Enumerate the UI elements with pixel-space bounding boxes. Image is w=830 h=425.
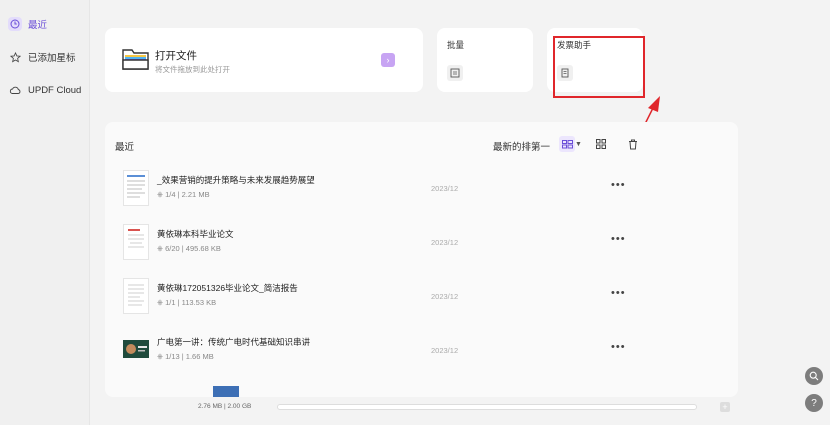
trash-icon[interactable]	[625, 136, 641, 152]
list-item[interactable]: 黄依琳172051326毕业论文_简洁报告 ⎈ 1/1 | 113.53 KB …	[121, 278, 711, 324]
sort-dropdown[interactable]: 最新的排第一	[493, 139, 550, 153]
sidebar-item-label: 最近	[28, 20, 48, 31]
more-options-icon[interactable]: •••	[611, 287, 626, 299]
file-name: 黄依琳172051326毕业论文_简洁报告	[157, 283, 298, 293]
file-name: 黄依琳本科毕业论文	[157, 229, 234, 239]
file-date: 2023/12	[431, 346, 459, 355]
list-item[interactable]: 广电第一讲：传统广电时代基础知识串讲 ⎈ 1/13 | 1.66 MB 2023…	[121, 332, 711, 378]
document-thumbnail	[123, 170, 149, 206]
batch-title: 批量	[447, 40, 465, 50]
clock-icon	[8, 17, 22, 31]
file-meta-text: 1/13 | 1.66 MB	[165, 352, 214, 361]
file-name: _效果营销的提升策略与未来发展趋势展望	[157, 175, 315, 185]
sidebar-item-starred[interactable]: 已添加星标	[4, 45, 88, 69]
document-thumbnail	[123, 340, 149, 358]
file-meta: ⎈ 1/4 | 2.21 MB	[157, 190, 210, 199]
storage-usage: 2.76 MB | 2.00 GB	[198, 403, 252, 410]
caret-down-icon[interactable]: ▼	[575, 141, 582, 148]
search-icon[interactable]	[805, 367, 823, 385]
document-thumbnail	[123, 278, 149, 314]
batch-tile[interactable]: 批量	[437, 28, 533, 92]
file-date: 2023/12	[431, 292, 459, 301]
star-icon	[8, 50, 22, 64]
recent-panel: 最近 最新的排第一 ▼ _效果营销的提升策略与未来发展趋势展望 ⎈ 1/4 | …	[105, 122, 738, 397]
highlight-box	[553, 36, 645, 98]
add-icon[interactable]: +	[720, 402, 730, 412]
sidebar-item-cloud[interactable]: UPDF Cloud	[4, 78, 88, 102]
sidebar: 最近 已添加星标 UPDF Cloud	[0, 0, 90, 425]
file-name: 广电第一讲：传统广电时代基础知识串讲	[157, 337, 311, 347]
storage-progress-bar	[277, 404, 697, 410]
folder-icon	[121, 46, 151, 72]
list-item[interactable]: _效果营销的提升策略与未来发展趋势展望 ⎈ 1/4 | 2.21 MB 2023…	[121, 170, 711, 216]
open-file-subtitle: 将文件拖放到此处打开	[155, 65, 230, 74]
open-file-title: 打开文件	[155, 50, 197, 62]
sidebar-item-label: 已添加星标	[28, 53, 76, 64]
open-file-card[interactable]: 打开文件 将文件拖放到此处打开 ›	[105, 28, 423, 92]
list-view-icon[interactable]	[559, 136, 575, 152]
sidebar-item-recent[interactable]: 最近	[4, 12, 88, 36]
file-meta-text: 1/1 | 113.53 KB	[165, 298, 217, 307]
file-meta-text: 1/4 | 2.21 MB	[165, 190, 210, 199]
recent-title: 最近	[115, 142, 135, 153]
file-date: 2023/12	[431, 184, 459, 193]
grid-view-icon[interactable]	[593, 136, 609, 152]
file-meta-text: 6/20 | 495.68 KB	[165, 244, 221, 253]
list-item[interactable]: 黄依琳本科毕业论文 ⎈ 6/20 | 495.68 KB 2023/12 •••	[121, 224, 711, 270]
more-options-icon[interactable]: •••	[611, 179, 626, 191]
file-meta: ⎈ 6/20 | 495.68 KB	[157, 244, 221, 253]
document-thumbnail	[123, 224, 149, 260]
file-date: 2023/12	[431, 238, 459, 247]
chevron-right-icon[interactable]: ›	[381, 53, 395, 67]
sidebar-item-label: UPDF Cloud	[28, 84, 82, 96]
file-meta: ⎈ 1/13 | 1.66 MB	[157, 352, 214, 361]
more-options-icon[interactable]: •••	[611, 233, 626, 245]
document-thumbnail-partial	[213, 386, 239, 397]
file-meta: ⎈ 1/1 | 113.53 KB	[157, 298, 217, 307]
cloud-icon	[8, 83, 22, 97]
help-icon[interactable]: ?	[805, 394, 823, 412]
more-options-icon[interactable]: •••	[611, 341, 626, 353]
batch-icon	[447, 65, 463, 81]
